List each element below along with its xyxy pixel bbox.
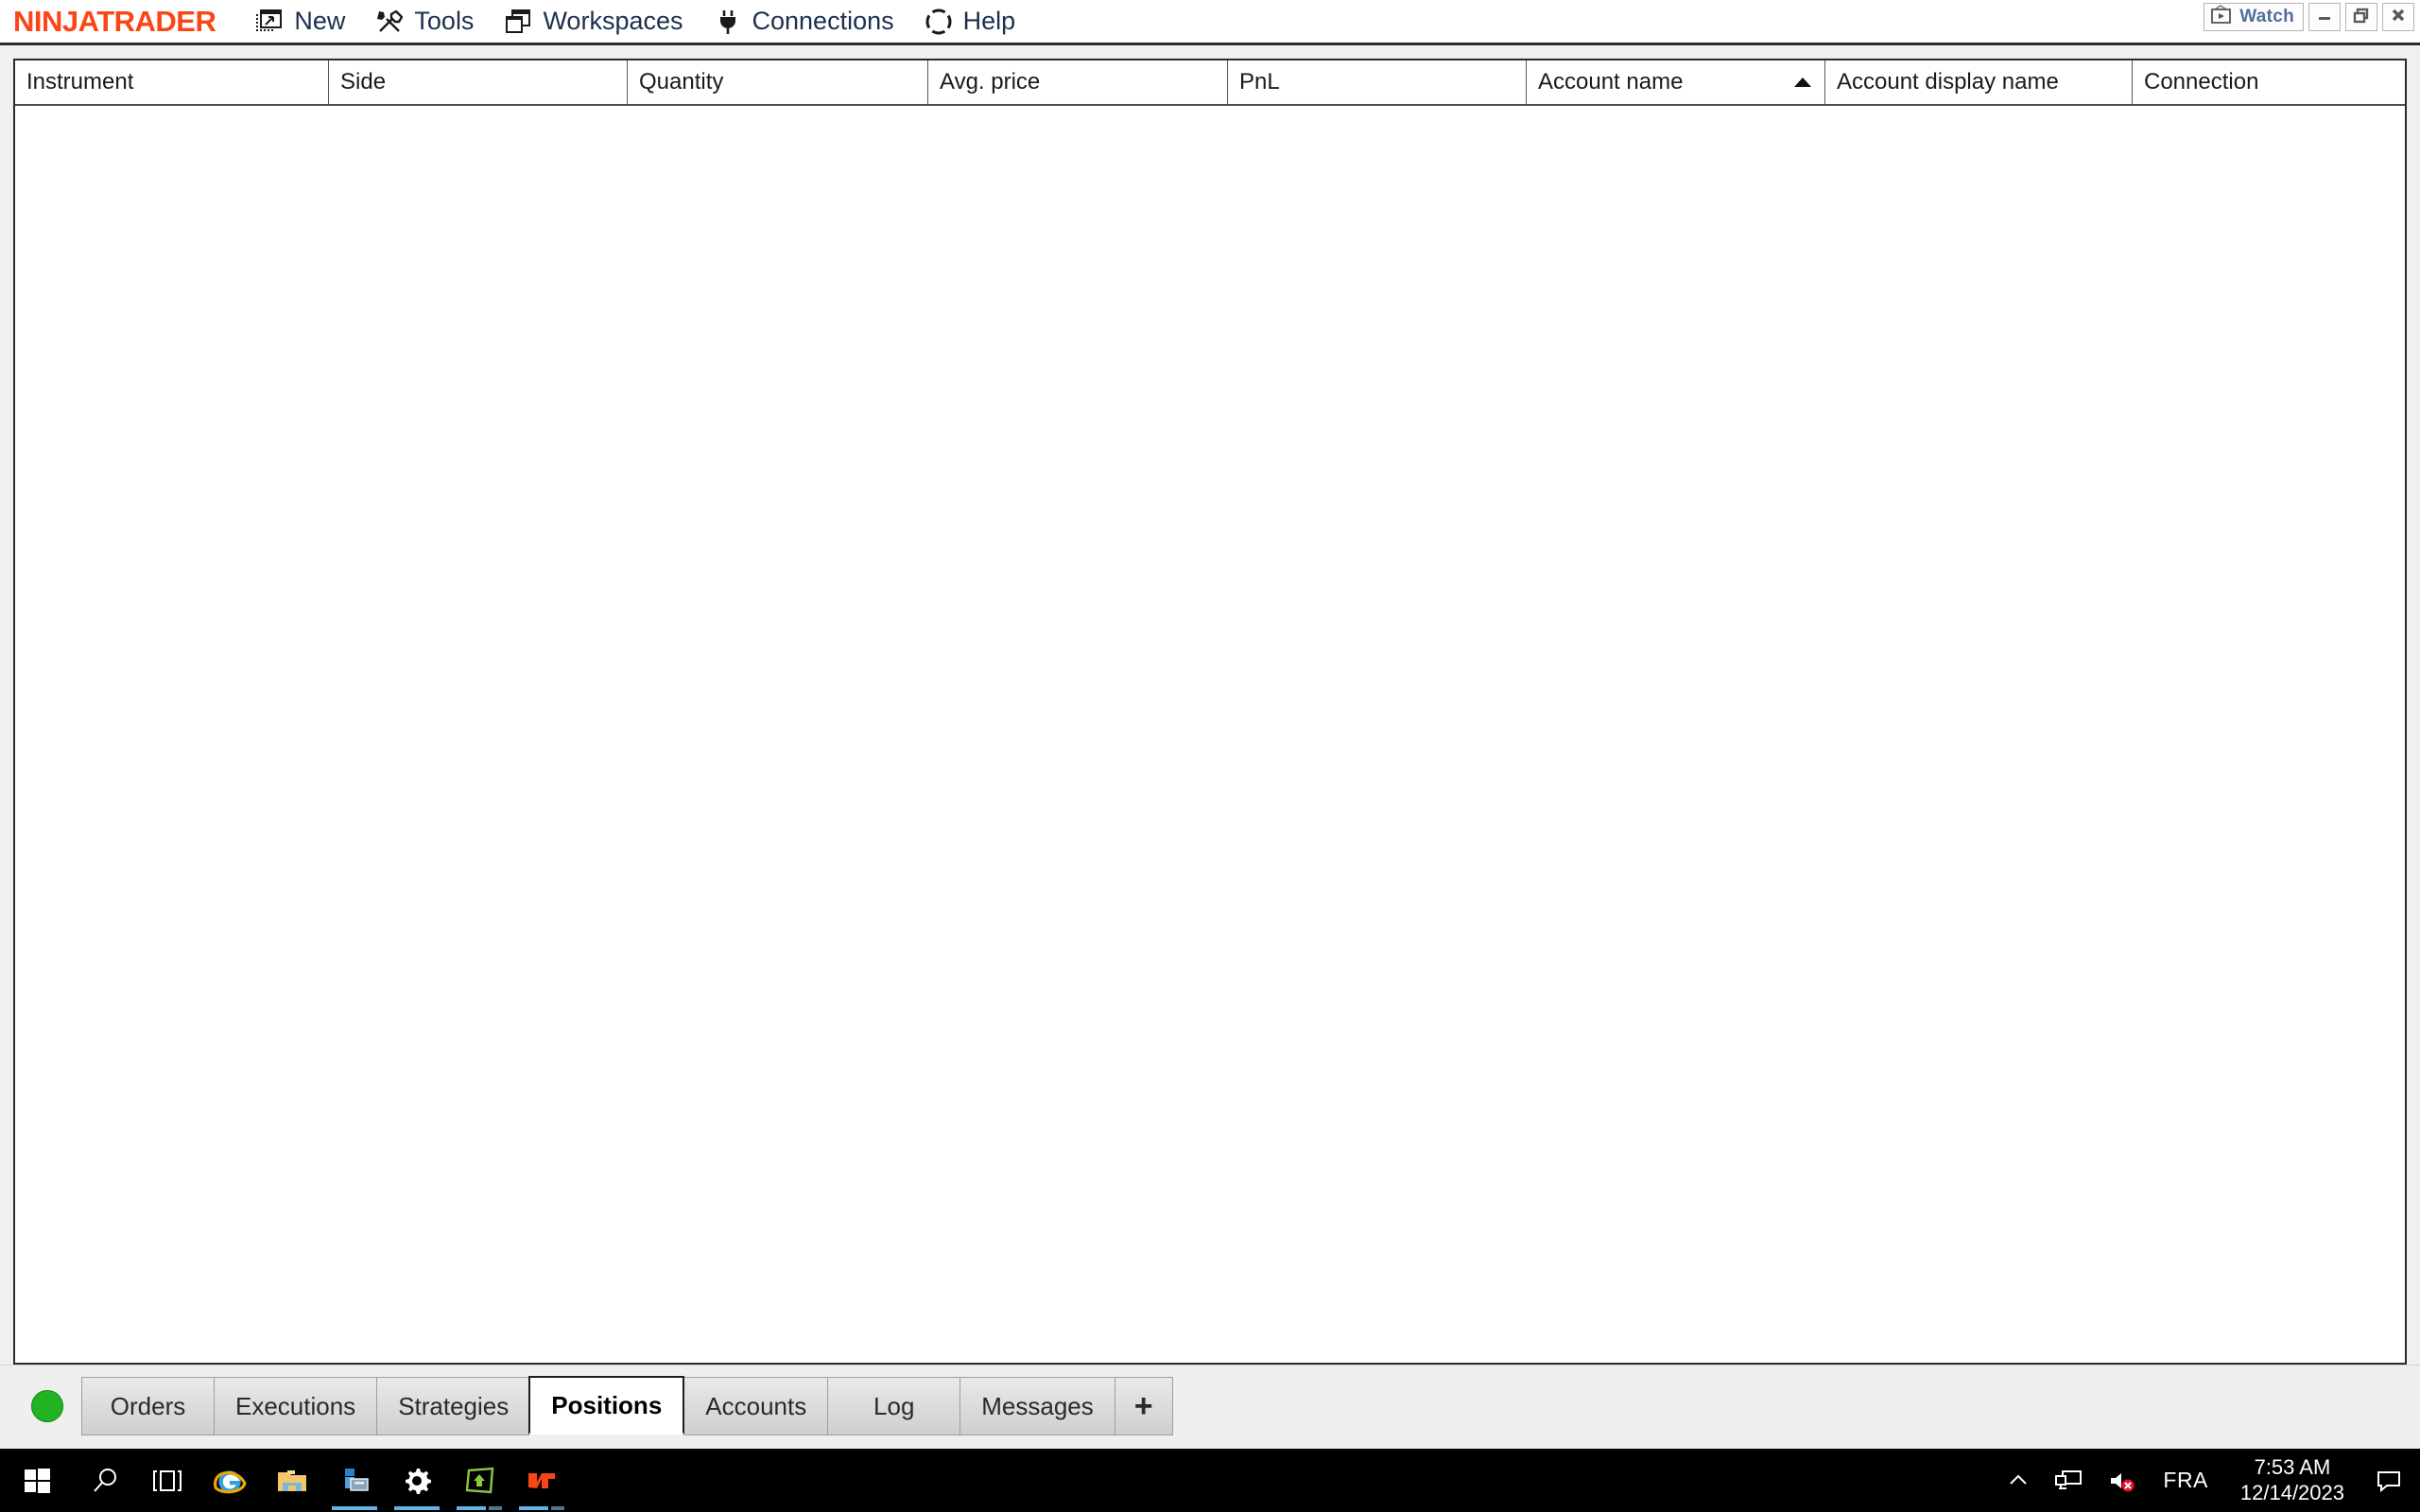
column-header-account-name[interactable]: Account name xyxy=(1527,60,1825,104)
running-indicator-secondary xyxy=(551,1506,564,1510)
ninjatrader-control-center: NINJATRADER New Tools Workspaces Connect… xyxy=(0,0,2420,1449)
tv-play-icon xyxy=(2210,4,2233,30)
close-button[interactable] xyxy=(2382,3,2414,31)
clock[interactable]: 7:53 AM 12/14/2023 xyxy=(2223,1449,2361,1512)
volume-muted-icon[interactable] xyxy=(2095,1449,2148,1512)
bottom-tab-strip: Orders Executions Strategies Positions A… xyxy=(0,1365,2420,1449)
running-indicator xyxy=(332,1506,377,1510)
watch-button-label: Watch xyxy=(2239,7,2294,26)
minimize-button[interactable] xyxy=(2308,3,2341,31)
menu-item-tools-label: Tools xyxy=(414,7,475,35)
menu-item-help[interactable]: Help xyxy=(909,0,1031,43)
file-explorer-icon[interactable] xyxy=(261,1449,323,1512)
tab-label: Positions xyxy=(551,1390,663,1419)
column-header-label: Avg. price xyxy=(940,69,1041,94)
tab-orders[interactable]: Orders xyxy=(81,1377,214,1435)
connection-status-indicator xyxy=(13,1377,81,1435)
column-header-quantity[interactable]: Quantity xyxy=(628,60,928,104)
sort-ascending-icon xyxy=(1794,77,1811,87)
close-icon xyxy=(2389,6,2408,29)
column-header-connection[interactable]: Connection xyxy=(2133,60,2405,104)
menu-item-workspaces[interactable]: Workspaces xyxy=(489,0,698,43)
tab-label: Strategies xyxy=(398,1391,510,1420)
running-indicator xyxy=(519,1506,548,1510)
menu-item-connections-label: Connections xyxy=(752,7,894,35)
ninjatrader-nt-icon[interactable] xyxy=(510,1449,573,1512)
help-circle-icon xyxy=(925,8,953,36)
watch-button[interactable]: Watch xyxy=(2204,3,2304,31)
green-upload-screen-icon[interactable] xyxy=(448,1449,510,1512)
tools-wrench-icon xyxy=(375,8,404,36)
running-indicator xyxy=(394,1506,440,1510)
column-header-pnl[interactable]: PnL xyxy=(1228,60,1527,104)
running-indicator xyxy=(457,1506,486,1510)
menu-item-tools[interactable]: Tools xyxy=(360,0,489,43)
add-tab-label: + xyxy=(1133,1387,1153,1424)
minimize-icon xyxy=(2315,6,2334,29)
windows-taskbar: FRA 7:53 AM 12/14/2023 xyxy=(0,1449,2420,1512)
clock-date: 12/14/2023 xyxy=(2239,1480,2344,1504)
status-dot-green xyxy=(31,1390,63,1422)
positions-grid: Instrument Side Quantity Avg. price PnL … xyxy=(13,59,2407,1365)
column-header-label: Instrument xyxy=(26,69,134,94)
system-tray: FRA 7:53 AM 12/14/2023 xyxy=(1995,1449,2420,1512)
internet-explorer-icon[interactable] xyxy=(199,1449,261,1512)
plug-icon xyxy=(714,8,742,36)
task-view-icon[interactable] xyxy=(136,1449,199,1512)
running-indicator-secondary xyxy=(489,1506,502,1510)
column-header-account-display-name[interactable]: Account display name xyxy=(1825,60,2133,104)
menu-item-new-label: New xyxy=(294,7,346,35)
tab-label: Accounts xyxy=(705,1391,807,1420)
clock-time: 7:53 AM xyxy=(2254,1455,2331,1480)
tab-messages[interactable]: Messages xyxy=(959,1377,1115,1435)
menu-item-workspaces-label: Workspaces xyxy=(543,7,683,35)
column-header-side[interactable]: Side xyxy=(329,60,628,104)
network-monitor-icon[interactable] xyxy=(2042,1449,2095,1512)
column-header-label: Quantity xyxy=(639,69,724,94)
tab-label: Messages xyxy=(981,1391,1094,1420)
workspaces-icon xyxy=(504,8,532,36)
windows-start-icon[interactable] xyxy=(0,1449,74,1512)
column-header-avg-price[interactable]: Avg. price xyxy=(928,60,1228,104)
restore-icon xyxy=(2352,6,2371,29)
grid-header-row: Instrument Side Quantity Avg. price PnL … xyxy=(15,60,2405,106)
store-toolbox-icon[interactable] xyxy=(323,1449,386,1512)
column-header-label: Side xyxy=(340,69,387,94)
tab-list: Orders Executions Strategies Positions A… xyxy=(13,1376,1173,1435)
column-header-label: Account display name xyxy=(1837,69,2059,94)
tab-executions[interactable]: Executions xyxy=(214,1377,377,1435)
chevron-up-icon[interactable] xyxy=(1995,1449,2042,1512)
column-header-label: Connection xyxy=(2144,69,2259,94)
window-controls: Watch xyxy=(2204,3,2414,31)
tab-log[interactable]: Log xyxy=(827,1377,960,1435)
add-tab-button[interactable]: + xyxy=(1114,1377,1173,1435)
ninjatrader-logo: NINJATRADER xyxy=(13,4,216,38)
search-icon[interactable] xyxy=(74,1449,136,1512)
notification-icon[interactable] xyxy=(2361,1449,2420,1512)
column-header-label: Account name xyxy=(1538,69,1684,94)
grid-body-empty[interactable] xyxy=(15,106,2405,1363)
language-indicator[interactable]: FRA xyxy=(2148,1449,2223,1512)
menu-bar: NINJATRADER New Tools Workspaces Connect… xyxy=(0,0,2420,45)
menu-item-new[interactable]: New xyxy=(240,0,360,43)
tab-label: Orders xyxy=(110,1391,186,1420)
menu-item-connections[interactable]: Connections xyxy=(699,0,909,43)
tab-positions[interactable]: Positions xyxy=(528,1376,685,1435)
column-header-label: PnL xyxy=(1239,69,1280,94)
restore-button[interactable] xyxy=(2345,3,2377,31)
tab-strategies[interactable]: Strategies xyxy=(376,1377,530,1435)
new-window-icon xyxy=(255,8,284,36)
tab-accounts[interactable]: Accounts xyxy=(683,1377,828,1435)
column-header-instrument[interactable]: Instrument xyxy=(15,60,329,104)
settings-gear-icon[interactable] xyxy=(386,1449,448,1512)
menu-item-help-label: Help xyxy=(962,7,1016,35)
tab-label: Log xyxy=(873,1391,915,1420)
tab-label: Executions xyxy=(235,1391,356,1420)
